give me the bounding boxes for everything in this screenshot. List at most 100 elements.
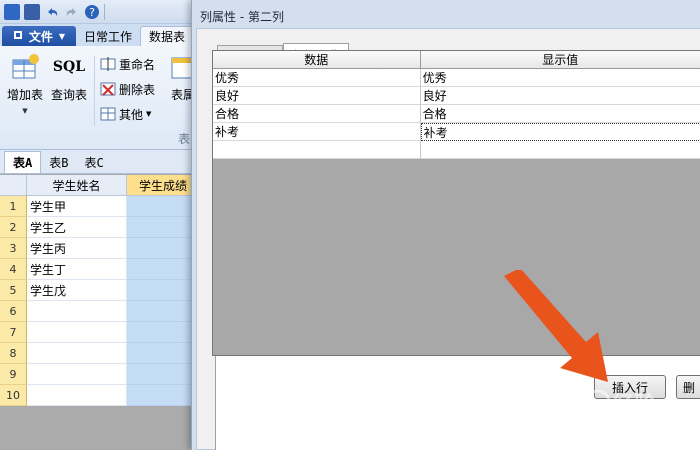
score-cell[interactable] — [127, 238, 200, 259]
table-icon — [100, 106, 116, 122]
score-cell[interactable] — [127, 322, 200, 343]
watermark-url: jingyan.baidu.com — [538, 420, 631, 431]
sql-icon: SQL — [52, 59, 86, 75]
delete-row-button[interactable]: 删 — [676, 375, 700, 399]
table-row: 补考 补考 — [213, 123, 700, 141]
name-cell[interactable] — [27, 364, 127, 385]
display-value-cell[interactable]: 补考 — [420, 123, 700, 141]
name-cell[interactable] — [27, 343, 127, 364]
ribbon-panel: 增加表 ▼ SQL 查询表 重命名 删除表 其他 ▼ 表属 表 — [0, 46, 200, 150]
column-header-display-value[interactable]: 显示值 — [420, 51, 700, 69]
name-cell[interactable]: 学生甲 — [27, 196, 127, 217]
ribbon-separator — [94, 56, 95, 126]
add-table-button[interactable]: 增加表 ▼ — [4, 52, 46, 120]
table-row: 8 — [0, 343, 200, 364]
row-number[interactable]: 2 — [0, 217, 27, 238]
delete-table-button[interactable]: 删除表 — [100, 79, 155, 99]
row-number[interactable]: 6 — [0, 301, 27, 322]
dialog-title: 列属性 - 第二列 — [200, 10, 284, 24]
data-cell[interactable]: 合格 — [213, 105, 421, 123]
save-icon[interactable] — [24, 3, 40, 20]
chevron-down-icon: ▼ — [22, 107, 28, 115]
name-cell[interactable] — [27, 322, 127, 343]
display-value-cell[interactable]: 良好 — [420, 87, 700, 105]
delete-table-icon — [100, 81, 116, 97]
score-cell[interactable] — [127, 364, 200, 385]
insert-row-button[interactable]: 插入行 — [594, 375, 666, 399]
display-value-cell[interactable]: 合格 — [420, 105, 700, 123]
row-number[interactable]: 10 — [0, 385, 27, 406]
data-dictionary-table[interactable]: 数据 显示值 优秀 优秀 良好 良好 合格 合格 补考 补考 — [212, 50, 700, 356]
undo-icon[interactable] — [44, 4, 60, 20]
name-cell[interactable]: 学生丁 — [27, 259, 127, 280]
column-header-name[interactable]: 学生姓名 — [27, 175, 127, 196]
select-all-corner[interactable] — [0, 175, 27, 196]
file-menu-label: 文件 — [28, 29, 53, 44]
sheet-tab-b[interactable]: 表B — [41, 151, 76, 173]
help-icon[interactable]: ? — [84, 4, 100, 20]
table-header-row: 数据 显示值 — [213, 51, 700, 69]
column-header-score[interactable]: 学生成绩 — [127, 175, 200, 196]
table-body: 优秀 优秀 良好 良好 合格 合格 补考 补考 — [213, 69, 700, 159]
query-table-label: 查询表 — [50, 88, 87, 102]
row-number[interactable]: 8 — [0, 343, 27, 364]
table-row: 2 学生乙 — [0, 217, 200, 238]
table-row — [213, 141, 700, 159]
table-row: 优秀 优秀 — [213, 69, 700, 87]
score-cell[interactable] — [127, 343, 200, 364]
display-value-cell[interactable] — [420, 141, 700, 159]
query-table-button[interactable]: SQL 查询表 — [48, 52, 90, 120]
data-cell[interactable] — [213, 141, 421, 159]
row-number[interactable]: 9 — [0, 364, 27, 385]
table-row: 6 — [0, 301, 200, 322]
file-menu-tab[interactable]: 文件 ▼ — [2, 26, 76, 46]
rename-label: 重命名 — [119, 57, 156, 72]
rename-icon — [100, 56, 116, 72]
name-cell[interactable]: 学生戊 — [27, 280, 127, 301]
display-value-cell[interactable]: 优秀 — [420, 69, 700, 87]
rename-button[interactable]: 重命名 — [100, 54, 155, 74]
table-row: 9 — [0, 364, 200, 385]
column-header-data[interactable]: 数据 — [213, 51, 421, 69]
tab-data-table[interactable]: 数据表 — [140, 26, 195, 46]
score-cell[interactable] — [127, 385, 200, 406]
sheet-tab-bar: 表A 表B 表C — [0, 150, 200, 174]
column-properties-dialog: 列属性 - 第二列 基本属性 数据字典 数据 显示值 优秀优秀良好良好合格合格补… — [191, 0, 700, 450]
grid-body: 1 学生甲 2 学生乙 3 学生丙 4 学生丁 5 学生戊 6 7 8 9 10 — [0, 196, 200, 406]
row-number[interactable]: 1 — [0, 196, 27, 217]
data-cell[interactable]: 补考 — [213, 123, 421, 141]
ribbon-group-label: 表 — [178, 132, 191, 146]
file-menu-icon — [13, 29, 23, 43]
name-cell[interactable]: 学生丙 — [27, 238, 127, 259]
name-cell[interactable] — [27, 301, 127, 322]
score-cell[interactable] — [127, 196, 200, 217]
data-cell[interactable]: 良好 — [213, 87, 421, 105]
table-row: 4 学生丁 — [0, 259, 200, 280]
row-number[interactable]: 5 — [0, 280, 27, 301]
table-row: 良好 良好 — [213, 87, 700, 105]
score-cell[interactable] — [127, 280, 200, 301]
score-cell[interactable] — [127, 259, 200, 280]
sheet-tab-a[interactable]: 表A — [4, 151, 42, 173]
data-cell[interactable]: 优秀 — [213, 69, 421, 87]
table-row: 3 学生丙 — [0, 238, 200, 259]
name-cell[interactable]: 学生乙 — [27, 217, 127, 238]
name-cell[interactable] — [27, 385, 127, 406]
other-button[interactable]: 其他 ▼ — [100, 104, 151, 124]
score-cell[interactable] — [127, 217, 200, 238]
row-number[interactable]: 4 — [0, 259, 27, 280]
separator-icon — [104, 3, 105, 20]
ribbon-tab-bar: 文件 ▼ 日常工作 数据表 — [0, 24, 200, 46]
row-number[interactable]: 3 — [0, 238, 27, 259]
row-number[interactable]: 7 — [0, 322, 27, 343]
sheet-tab-c[interactable]: 表C — [76, 151, 111, 173]
table-row: 1 学生甲 — [0, 196, 200, 217]
add-table-label: 增加表 — [6, 88, 43, 102]
add-table-icon — [10, 52, 40, 82]
score-cell[interactable] — [127, 301, 200, 322]
chevron-down-icon: ▼ — [146, 110, 152, 118]
app-icon — [4, 3, 20, 20]
tab-daily-work[interactable]: 日常工作 — [76, 26, 140, 46]
redo-icon[interactable] — [64, 4, 80, 20]
table-row: 7 — [0, 322, 200, 343]
